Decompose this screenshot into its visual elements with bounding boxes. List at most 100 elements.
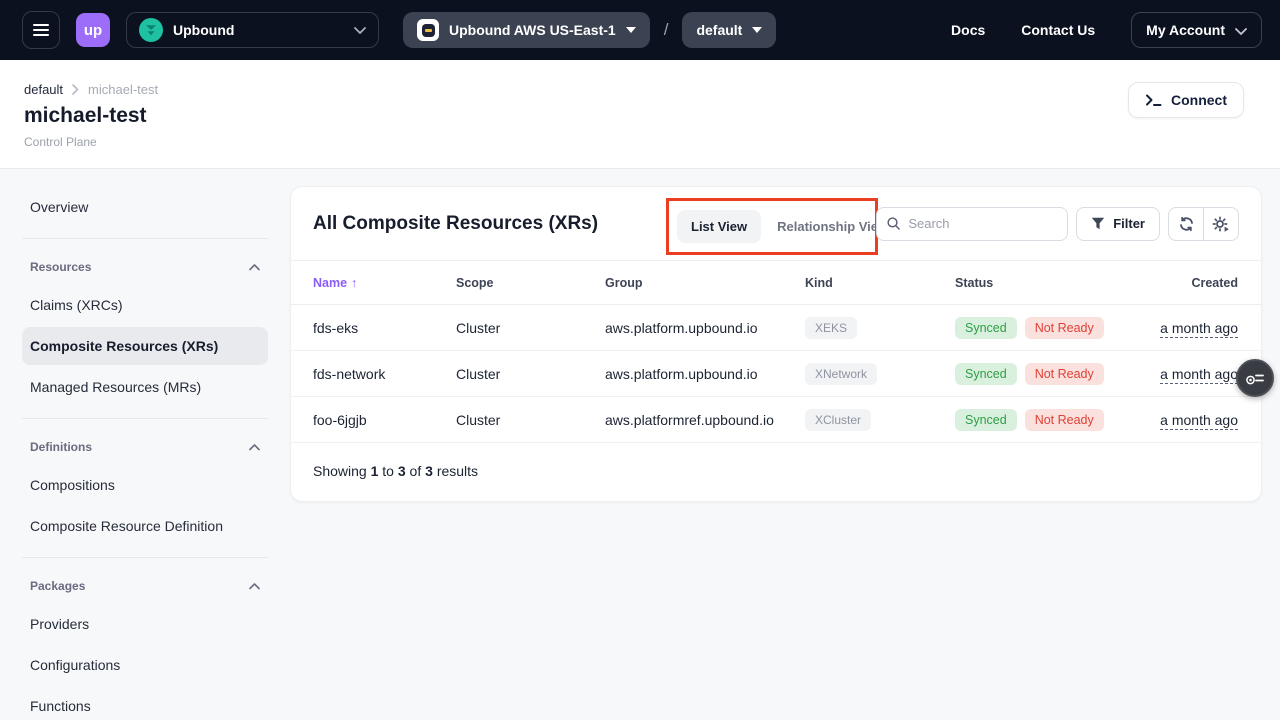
page-title: michael-test: [24, 104, 1280, 128]
cell-name[interactable]: fds-network: [313, 366, 456, 382]
cell-kind: XEKS: [805, 317, 955, 339]
cell-created: a month ago: [1118, 366, 1238, 382]
sidebar-section-packages[interactable]: Packages: [22, 570, 268, 602]
kind-badge: XEKS: [805, 317, 857, 339]
table-actions-group: [1168, 207, 1239, 241]
my-account-button[interactable]: My Account: [1131, 12, 1262, 48]
refresh-icon: [1178, 216, 1195, 232]
sidebar-item-claims[interactable]: Claims (XRCs): [22, 286, 268, 324]
control-plane-icon: [417, 19, 439, 41]
chevron-up-icon: [249, 444, 260, 451]
org-selector-label: Upbound: [173, 22, 234, 38]
column-header-kind[interactable]: Kind: [805, 276, 955, 290]
breadcrumb-separator: /: [664, 20, 669, 40]
sidebar-section-label: Resources: [30, 260, 91, 274]
sidebar-item-composite-resource-definition[interactable]: Composite Resource Definition: [22, 507, 268, 545]
breadcrumb-chevron-icon: [72, 84, 79, 95]
table-row[interactable]: fds-eks Cluster aws.platform.upbound.io …: [291, 305, 1261, 351]
chevron-down-icon: [1235, 22, 1247, 38]
chevron-up-icon: [249, 264, 260, 271]
not-ready-badge: Not Ready: [1025, 317, 1104, 339]
results-summary: Showing 1 to 3 of 3 results: [291, 443, 1261, 499]
hamburger-menu-button[interactable]: [22, 11, 60, 49]
sidebar: Overview Resources Claims (XRCs) Composi…: [0, 169, 290, 720]
changelog-widget-button[interactable]: [1236, 359, 1274, 397]
table-header-row: Name ↑ Scope Group Kind Status Created: [291, 261, 1261, 305]
not-ready-badge: Not Ready: [1025, 363, 1104, 385]
sidebar-item-managed-resources[interactable]: Managed Resources (MRs): [22, 368, 268, 406]
control-plane-label: Upbound AWS US-East-1: [449, 22, 616, 38]
kind-badge: XNetwork: [805, 363, 877, 385]
hamburger-menu-icon: [33, 24, 49, 26]
sidebar-divider: [22, 557, 268, 558]
sidebar-item-providers[interactable]: Providers: [22, 605, 268, 643]
table-row[interactable]: foo-6jgjb Cluster aws.platformref.upboun…: [291, 397, 1261, 443]
cell-kind: XCluster: [805, 409, 955, 431]
table-row[interactable]: fds-network Cluster aws.platform.upbound…: [291, 351, 1261, 397]
synced-badge: Synced: [955, 409, 1017, 431]
cell-scope: Cluster: [456, 412, 605, 428]
contact-us-link[interactable]: Contact Us: [1021, 22, 1095, 38]
changelog-icon: [1245, 370, 1265, 386]
breadcrumb-item-default[interactable]: default: [24, 82, 63, 97]
search-box[interactable]: [876, 207, 1068, 241]
cell-created: a month ago: [1118, 412, 1238, 428]
column-header-group[interactable]: Group: [605, 276, 805, 290]
cell-kind: XNetwork: [805, 363, 955, 385]
upbound-logo[interactable]: up: [76, 13, 110, 47]
caret-down-icon: [752, 27, 762, 33]
topbar: up Upbound Upbound AWS US-East-1 / defau…: [0, 0, 1280, 60]
created-tooltip-link[interactable]: a month ago: [1160, 412, 1238, 430]
sidebar-item-composite-resources[interactable]: Composite Resources (XRs): [22, 327, 268, 365]
created-tooltip-link[interactable]: a month ago: [1160, 366, 1238, 384]
sidebar-item-functions[interactable]: Functions: [22, 687, 268, 720]
cell-status: Synced Not Ready: [955, 363, 1118, 385]
sidebar-section-definitions[interactable]: Definitions: [22, 431, 268, 463]
sidebar-section-label: Definitions: [30, 440, 92, 454]
sidebar-item-configurations[interactable]: Configurations: [22, 646, 268, 684]
breadcrumb: default michael-test: [24, 82, 1280, 97]
chevron-up-icon: [249, 583, 260, 590]
group-selector[interactable]: default: [682, 12, 776, 48]
org-avatar-icon: [139, 18, 163, 42]
sidebar-section-resources[interactable]: Resources: [22, 251, 268, 283]
filter-icon: [1091, 217, 1105, 230]
refresh-button[interactable]: [1169, 208, 1203, 240]
cell-name[interactable]: fds-eks: [313, 320, 456, 336]
page-header: default michael-test michael-test Contro…: [0, 60, 1280, 169]
gear-run-icon: [1212, 216, 1230, 232]
org-selector[interactable]: Upbound: [126, 12, 379, 48]
cell-scope: Cluster: [456, 366, 605, 382]
main-content: All Composite Resources (XRs) List View …: [290, 169, 1280, 720]
cell-status: Synced Not Ready: [955, 317, 1118, 339]
list-view-tab[interactable]: List View: [677, 210, 761, 243]
sidebar-item-compositions[interactable]: Compositions: [22, 466, 268, 504]
column-header-name[interactable]: Name ↑: [313, 276, 456, 290]
cell-group: aws.platformref.upbound.io: [605, 412, 805, 428]
synced-badge: Synced: [955, 363, 1017, 385]
cell-name[interactable]: foo-6jgjb: [313, 412, 456, 428]
red-annotation-box: List View Relationship View: [666, 198, 878, 255]
card-title: All Composite Resources (XRs): [313, 213, 598, 235]
caret-down-icon: [626, 27, 636, 33]
connect-button[interactable]: Connect: [1128, 82, 1244, 118]
created-tooltip-link[interactable]: a month ago: [1160, 320, 1238, 338]
synced-badge: Synced: [955, 317, 1017, 339]
filter-button[interactable]: Filter: [1076, 207, 1160, 241]
column-header-scope[interactable]: Scope: [456, 276, 605, 290]
sidebar-divider: [22, 418, 268, 419]
column-header-created[interactable]: Created: [1118, 276, 1238, 290]
terminal-icon: [1145, 93, 1162, 107]
sidebar-item-overview[interactable]: Overview: [22, 188, 268, 226]
search-input[interactable]: [908, 216, 1057, 231]
search-icon: [887, 216, 900, 231]
cell-group: aws.platform.upbound.io: [605, 366, 805, 382]
cell-created: a month ago: [1118, 320, 1238, 336]
control-plane-selector[interactable]: Upbound AWS US-East-1: [403, 12, 650, 48]
column-header-status[interactable]: Status: [955, 276, 1118, 290]
auto-refresh-settings-button[interactable]: [1204, 208, 1238, 240]
chevron-down-icon: [354, 27, 366, 34]
filter-label: Filter: [1113, 216, 1145, 231]
docs-link[interactable]: Docs: [951, 22, 985, 38]
sidebar-section-label: Packages: [30, 579, 85, 593]
